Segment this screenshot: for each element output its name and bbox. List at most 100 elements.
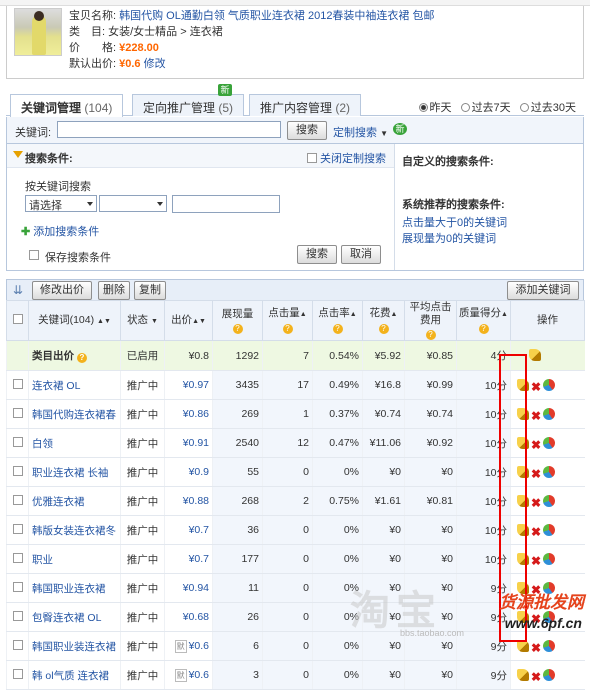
row-checkbox[interactable] xyxy=(12,553,23,563)
header-impressions[interactable]: 展现量? xyxy=(212,300,263,341)
report-chart-icon[interactable] xyxy=(543,523,556,536)
keyword-link[interactable]: 优雅连衣裙 xyxy=(28,486,121,516)
row-checkbox[interactable] xyxy=(12,611,23,621)
report-chart-icon[interactable] xyxy=(543,668,556,681)
tab-keyword-management[interactable]: 关键词管理 (104) xyxy=(10,94,124,117)
select-all-checkbox[interactable] xyxy=(12,314,23,324)
header-ctr[interactable]: 点击率▲? xyxy=(312,300,363,341)
help-icon[interactable]: ? xyxy=(282,324,293,334)
tab-targeted-promotion[interactable]: 定向推广管理 (5) xyxy=(132,94,245,116)
row-checkbox[interactable] xyxy=(12,524,23,534)
custom-search-link[interactable]: 定制搜索 ▼ xyxy=(333,124,388,140)
collapse-icon[interactable]: ⇊ xyxy=(13,283,23,297)
bid-cell[interactable]: ¥0.7 xyxy=(164,544,213,574)
conditions-cancel-button[interactable]: 取消 xyxy=(341,245,381,264)
report-chart-icon[interactable] xyxy=(543,552,556,565)
keyword-link[interactable]: 职业连衣裙 长袖 xyxy=(28,457,121,487)
report-chart-icon[interactable] xyxy=(543,465,556,478)
report-chart-icon[interactable] xyxy=(543,407,556,420)
copy-button[interactable]: 复制 xyxy=(134,281,166,300)
delete-icon[interactable]: ✖ xyxy=(531,380,541,394)
edit-icon[interactable] xyxy=(517,668,529,681)
delete-button[interactable]: 删除 xyxy=(98,281,130,300)
keyword-link[interactable]: 韩国代购连衣裙春 xyxy=(28,399,121,429)
delete-icon[interactable]: ✖ xyxy=(531,670,541,684)
product-thumbnail[interactable] xyxy=(14,8,62,56)
add-condition-link[interactable]: ✚ 添加搜索条件 xyxy=(21,223,99,239)
help-icon[interactable]: ? xyxy=(332,324,343,334)
row-checkbox[interactable] xyxy=(12,437,23,447)
row-checkbox[interactable] xyxy=(12,466,23,476)
row-checkbox[interactable] xyxy=(12,582,23,592)
report-chart-icon[interactable] xyxy=(543,378,556,391)
keyword-link[interactable]: 职业 xyxy=(28,544,121,574)
keyword-link[interactable]: 白领 xyxy=(28,428,121,458)
header-avg-cpc[interactable]: 平均点击费用? xyxy=(404,300,457,341)
add-keyword-button[interactable]: 添加关键词 xyxy=(507,281,579,300)
recommend-link-zero-impressions[interactable]: 展现量为0的关键词 xyxy=(402,230,496,246)
keyword-link[interactable]: 韩国职业装连衣裙 xyxy=(28,631,121,661)
header-quality[interactable]: 质量得分▲? xyxy=(456,300,511,341)
radio-yesterday[interactable] xyxy=(418,103,428,112)
keyword-link[interactable]: 韩国职业连衣裙 xyxy=(28,573,121,603)
help-icon[interactable]: ? xyxy=(76,353,87,363)
header-bid[interactable]: 出价▲▼ xyxy=(164,300,213,341)
keyword-link[interactable]: 连衣裙 OL xyxy=(28,370,121,400)
save-condition-checkbox[interactable] xyxy=(29,250,39,260)
modify-bid-link[interactable]: 修改 xyxy=(144,58,166,70)
bid-cell[interactable]: ¥0.91 xyxy=(164,428,213,458)
delete-icon[interactable]: ✖ xyxy=(531,525,541,539)
header-keyword[interactable]: 关键词(104) ▲▼ xyxy=(28,300,121,341)
delete-icon[interactable]: ✖ xyxy=(531,467,541,481)
delete-icon[interactable]: ✖ xyxy=(531,496,541,510)
bid-cell[interactable]: 默 ¥0.6 xyxy=(164,660,213,690)
category-bid[interactable]: ¥0.8 xyxy=(164,340,213,371)
row-select-cell xyxy=(6,660,29,690)
bid-cell[interactable]: ¥0.68 xyxy=(164,602,213,632)
edit-icon[interactable] xyxy=(529,349,541,361)
report-chart-icon[interactable] xyxy=(543,639,556,652)
delete-icon[interactable]: ✖ xyxy=(531,641,541,655)
help-icon[interactable]: ? xyxy=(232,323,243,334)
close-custom-search[interactable]: 关闭定制搜索 xyxy=(307,150,386,166)
row-checkbox[interactable] xyxy=(12,495,23,505)
keyword-link[interactable]: 韩 ol气质 连衣裙 xyxy=(28,660,121,690)
delete-icon[interactable]: ✖ xyxy=(531,438,541,452)
keyword-search-button[interactable]: 搜索 xyxy=(287,121,327,140)
bid-cell[interactable]: ¥0.97 xyxy=(164,370,213,400)
bid-cell[interactable]: ¥0.9 xyxy=(164,457,213,487)
keyword-link[interactable]: 包臀连衣裙 OL xyxy=(28,602,121,632)
delete-icon[interactable]: ✖ xyxy=(531,554,541,568)
help-icon[interactable]: ? xyxy=(478,324,489,334)
header-clicks[interactable]: 点击量▲? xyxy=(262,300,313,341)
bid-cell[interactable]: ¥0.86 xyxy=(164,399,213,429)
delete-icon[interactable]: ✖ xyxy=(531,409,541,423)
header-cost[interactable]: 花费▲? xyxy=(362,300,405,341)
condition-value-input[interactable] xyxy=(172,195,280,213)
operator-select[interactable] xyxy=(99,195,167,212)
row-select-cell xyxy=(6,486,29,516)
report-chart-icon[interactable] xyxy=(543,436,556,449)
bid-cell[interactable]: 默 ¥0.6 xyxy=(164,631,213,661)
product-name-link[interactable]: 韩国代购 OL通勤白领 气质职业连衣裙 2012春装中袖连衣裙 包邮 xyxy=(119,10,434,22)
row-checkbox[interactable] xyxy=(12,669,23,679)
row-checkbox[interactable] xyxy=(12,379,23,389)
modify-bid-button[interactable]: 修改出价 xyxy=(32,281,92,300)
bid-cell[interactable]: ¥0.94 xyxy=(164,573,213,603)
clicks-cell: 12 xyxy=(262,428,313,458)
bid-cell[interactable]: ¥0.88 xyxy=(164,486,213,516)
report-chart-icon[interactable] xyxy=(543,494,556,507)
recommend-link-clicks[interactable]: 点击量大于0的关键词 xyxy=(402,214,507,230)
conditions-search-button[interactable]: 搜索 xyxy=(297,245,337,264)
help-icon[interactable]: ? xyxy=(378,324,389,334)
radio-last-30-days[interactable] xyxy=(519,103,529,112)
tab-promotion-content[interactable]: 推广内容管理 (2) xyxy=(249,94,362,116)
help-icon[interactable]: ? xyxy=(425,330,436,340)
keyword-search-input[interactable] xyxy=(57,121,281,138)
row-checkbox[interactable] xyxy=(12,408,23,418)
bid-cell[interactable]: ¥0.7 xyxy=(164,515,213,545)
field-select[interactable]: 请选择 xyxy=(25,195,97,212)
radio-last-7-days[interactable] xyxy=(460,103,470,112)
cost-cell: ¥16.8 xyxy=(362,370,405,400)
keyword-link[interactable]: 韩版女装连衣裙冬 xyxy=(28,515,121,545)
